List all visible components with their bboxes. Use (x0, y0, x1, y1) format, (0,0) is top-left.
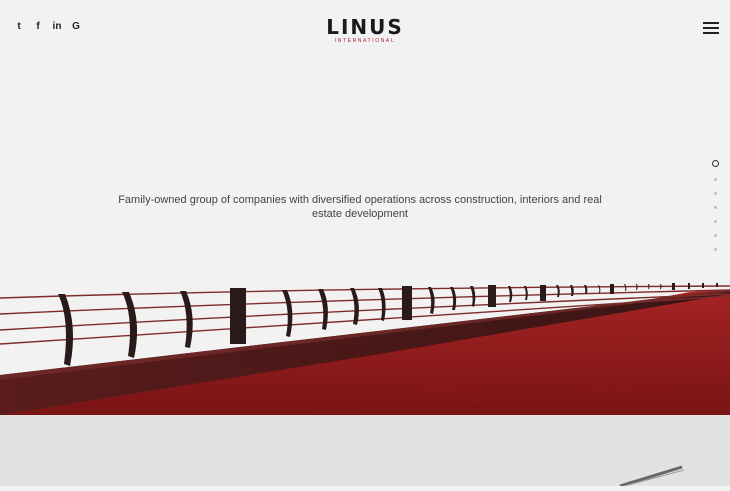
section-nav-dots (711, 160, 719, 262)
hero-tagline: Family-owned group of companies with div… (118, 194, 602, 220)
google-icon[interactable]: G (71, 21, 81, 33)
logo-subtitle: INTERNATIONAL (334, 38, 396, 44)
facebook-icon[interactable]: f (33, 21, 43, 33)
linkedin-icon[interactable]: in (52, 21, 62, 33)
next-section-graphic (619, 465, 685, 488)
section-dot-5[interactable] (713, 220, 717, 223)
logo[interactable]: LINUS INTERNATIONAL (322, 16, 408, 44)
section-dot-6[interactable] (713, 234, 717, 237)
railing-illustration (0, 280, 730, 415)
section-dot-7[interactable] (713, 248, 717, 251)
section-dot-4[interactable] (713, 206, 717, 209)
site-header: t f in G LINUS INTERNATIONAL (0, 0, 730, 56)
hero-image (0, 280, 730, 415)
social-links: t f in G (14, 21, 81, 33)
next-section (0, 415, 730, 488)
logo-wordmark: LINUS (326, 15, 404, 39)
hamburger-menu-icon[interactable] (703, 22, 719, 34)
section-dot-1[interactable] (711, 160, 719, 167)
section-dot-2[interactable] (713, 178, 717, 181)
section-dot-3[interactable] (713, 192, 717, 195)
twitter-icon[interactable]: t (14, 21, 24, 33)
